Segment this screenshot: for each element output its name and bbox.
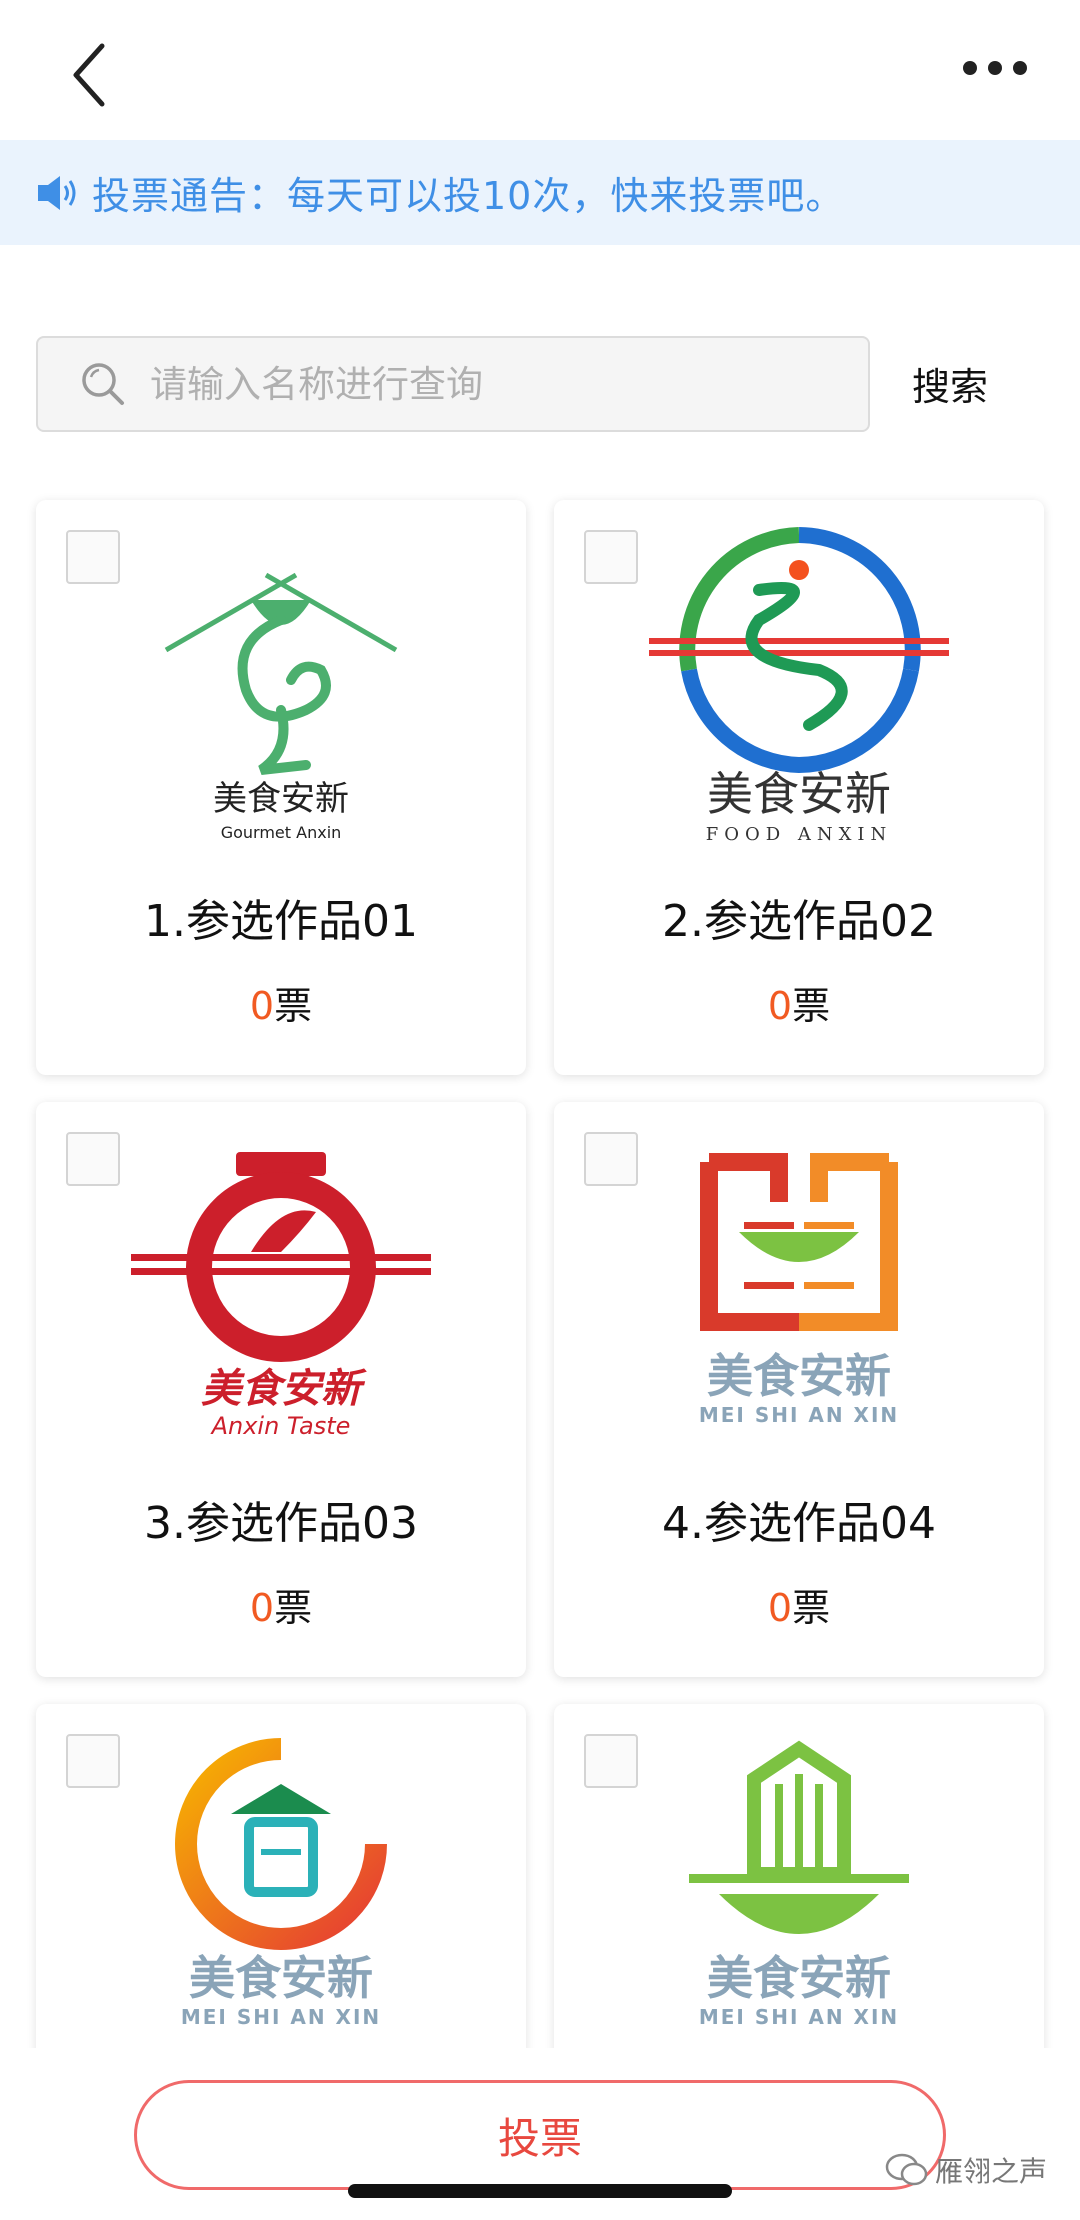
entry-logo-text: 美食安新 [201, 1366, 367, 1412]
more-button[interactable] [960, 58, 1040, 82]
entry-votes: 0票 [36, 975, 526, 1030]
entry-title: 2.参选作品02 [662, 896, 936, 947]
entry-logo-4: 美食安新 MEI SHI AN XIN [699, 1153, 899, 1427]
entry-logo-sub: Gourmet Anxin [221, 823, 342, 842]
entry-logo-text: 美食安新 [707, 767, 891, 821]
entry-checkbox[interactable] [66, 1132, 120, 1186]
entry-votes: 0票 [36, 1577, 526, 1632]
wechat-icon [885, 2153, 928, 2186]
entry-votes: 0票 [554, 1577, 1044, 1632]
entry-card-2[interactable]: 美食安新 FOOD ANXIN 2.参选作品02 0票 [554, 500, 1044, 1075]
entry-title: 3.参选作品03 [144, 1498, 418, 1549]
entry-checkbox[interactable] [66, 530, 120, 584]
entry-logo-text: 美食安新 [213, 779, 349, 819]
vote-count: 0 [767, 1586, 793, 1630]
speaker-icon [38, 175, 76, 210]
entry-checkbox[interactable] [66, 1734, 120, 1788]
vote-unit: 票 [274, 984, 313, 1028]
entry-logo-text: 美食安新 [707, 1951, 891, 2005]
watermark-text: 雁翎之声 [935, 2155, 1048, 2188]
entry-logo-sub: MEI SHI AN XIN [699, 1403, 899, 1427]
vote-count: 0 [767, 984, 793, 1028]
entry-logo-2: 美食安新 FOOD ANXIN [649, 527, 949, 845]
notice-banner: 投票通告：每天可以投10次，快来投票吧。 [0, 140, 1080, 245]
entry-checkbox[interactable] [584, 1132, 638, 1186]
entry-title: 4.参选作品04 [662, 1498, 936, 1549]
entry-logo-6: 美食安新 MEI SHI AN XIN [689, 1740, 909, 2029]
home-indicator [348, 2184, 732, 2198]
search-input[interactable] [150, 362, 850, 406]
back-button[interactable] [60, 40, 120, 110]
search-icon [82, 363, 124, 405]
entry-card-1[interactable]: 美食安新 Gourmet Anxin 1.参选作品01 0票 [36, 500, 526, 1075]
search-box[interactable] [36, 336, 870, 432]
watermark: 雁翎之声 [885, 2150, 1047, 2190]
search-button[interactable]: 搜索 [912, 356, 988, 411]
notice-text: 投票通告：每天可以投10次，快来投票吧。 [92, 174, 845, 218]
entry-logo-sub: MEI SHI AN XIN [181, 2005, 381, 2029]
chevron-left-icon [73, 43, 105, 107]
vote-unit: 票 [792, 1586, 831, 1630]
voting-page: 投票通告：每天可以投10次，快来投票吧。 搜索 美食安新 Gourmet Anx… [0, 0, 1080, 2220]
entry-logo-text: 美食安新 [189, 1951, 373, 2005]
more-dots-icon [963, 61, 1027, 75]
vote-unit: 票 [274, 1586, 313, 1630]
entry-logo-sub: MEI SHI AN XIN [699, 2005, 899, 2029]
entry-logo-1: 美食安新 Gourmet Anxin [164, 572, 398, 842]
entry-votes: 0票 [554, 975, 1044, 1030]
vote-count: 0 [249, 1586, 275, 1630]
entry-logo-text: 美食安新 [707, 1349, 891, 1403]
entry-checkbox[interactable] [584, 530, 638, 584]
entry-title: 1.参选作品01 [144, 896, 418, 947]
vote-button[interactable]: 投票 [134, 2080, 946, 2190]
vote-count: 0 [249, 984, 275, 1028]
vote-unit: 票 [792, 984, 831, 1028]
entry-logo-5: 美食安新 MEI SHI AN XIN [175, 1738, 387, 2029]
entry-card-3[interactable]: 美食安新 Anxin Taste 3.参选作品03 0票 [36, 1102, 526, 1677]
entry-logo-sub: FOOD ANXIN [706, 824, 893, 845]
top-bar [0, 0, 1080, 140]
entry-card-4[interactable]: 美食安新 MEI SHI AN XIN 4.参选作品04 0票 [554, 1102, 1044, 1677]
entry-logo-3: 美食安新 Anxin Taste [131, 1152, 431, 1440]
entry-logo-sub: Anxin Taste [210, 1412, 351, 1440]
entry-checkbox[interactable] [584, 1734, 638, 1788]
